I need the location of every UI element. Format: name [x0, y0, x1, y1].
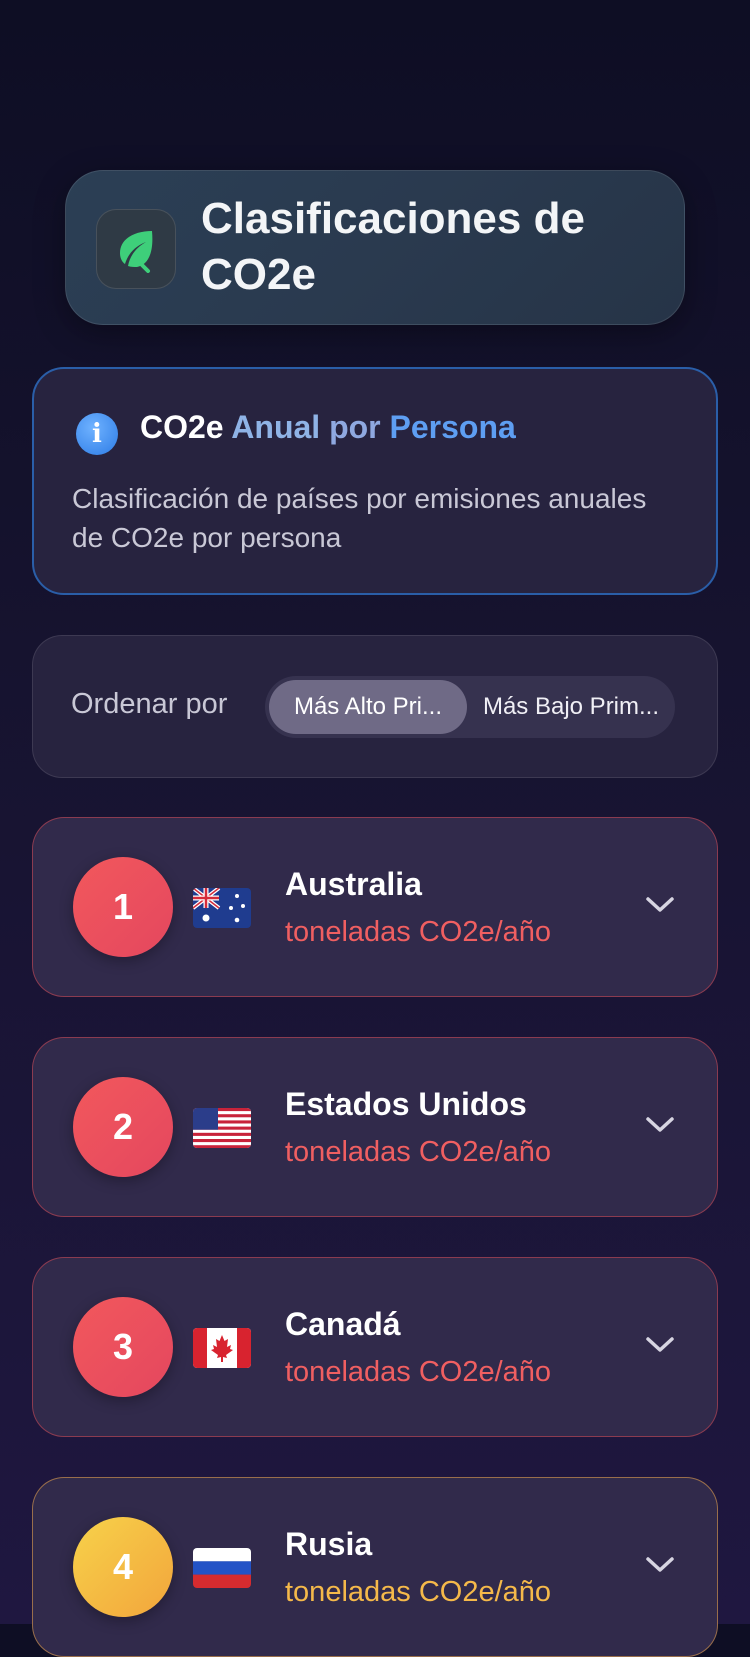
leaf-icon — [120, 231, 153, 273]
info-title: CO2e Anual por Persona — [140, 409, 516, 446]
russia-flag-icon — [193, 1548, 251, 1588]
country-name: Estados Unidos — [285, 1086, 527, 1122]
info-title-word: Persona — [389, 409, 516, 445]
rank-badge: 2 — [73, 1077, 173, 1177]
emission-unit: toneladas CO2e/año — [285, 1576, 552, 1608]
country-name: Canadá — [285, 1306, 401, 1342]
australia-flag-icon — [193, 888, 251, 928]
info-title-word: CO2e — [140, 409, 224, 445]
country-name: Rusia — [285, 1526, 373, 1562]
emission-unit: toneladas CO2e/año — [285, 916, 552, 948]
ranking-card[interactable]: 1 Australia toneladas CO2e/año — [32, 817, 718, 997]
chevron-down-icon[interactable] — [645, 896, 675, 914]
usa-flag-icon — [193, 1108, 251, 1148]
info-title-word: Anual — [231, 409, 321, 445]
country-name: Australia — [285, 866, 422, 902]
info-card: i CO2e Anual por Persona Clasificación d… — [32, 367, 718, 595]
chevron-down-icon[interactable] — [645, 1116, 675, 1134]
sort-option-lowest-first[interactable]: Más Bajo Prim... — [471, 680, 671, 734]
ranking-card[interactable]: 3 Canadá toneladas CO2e/año — [32, 1257, 718, 1437]
emission-unit: toneladas CO2e/año — [285, 1356, 552, 1388]
rank-badge: 4 — [73, 1517, 173, 1617]
canada-flag-icon — [193, 1328, 251, 1368]
ranking-card[interactable]: 2 Estados Unidos toneladas CO2e/año — [32, 1037, 718, 1217]
sort-label: Ordenar por — [71, 688, 228, 720]
chevron-down-icon[interactable] — [645, 1556, 675, 1574]
app-icon — [96, 209, 176, 289]
info-icon: i — [76, 413, 118, 455]
rank-badge: 1 — [73, 857, 173, 957]
page-title: Clasificaciones de CO2e — [201, 194, 585, 299]
chevron-down-icon[interactable] — [645, 1336, 675, 1354]
sort-option-highest-first[interactable]: Más Alto Pri... — [269, 680, 467, 734]
emission-unit: toneladas CO2e/año — [285, 1136, 552, 1168]
info-description: Clasificación de países por emisiones an… — [72, 483, 647, 553]
info-title-word: por — [329, 409, 381, 445]
header-card: Clasificaciones de CO2e — [65, 170, 685, 325]
ranking-card[interactable]: 4 Rusia toneladas CO2e/año — [32, 1477, 718, 1657]
rank-badge: 3 — [73, 1297, 173, 1397]
sort-segmented-control: Más Alto Pri... Más Bajo Prim... — [265, 676, 675, 738]
sort-card: Ordenar por Más Alto Pri... Más Bajo Pri… — [32, 635, 718, 778]
